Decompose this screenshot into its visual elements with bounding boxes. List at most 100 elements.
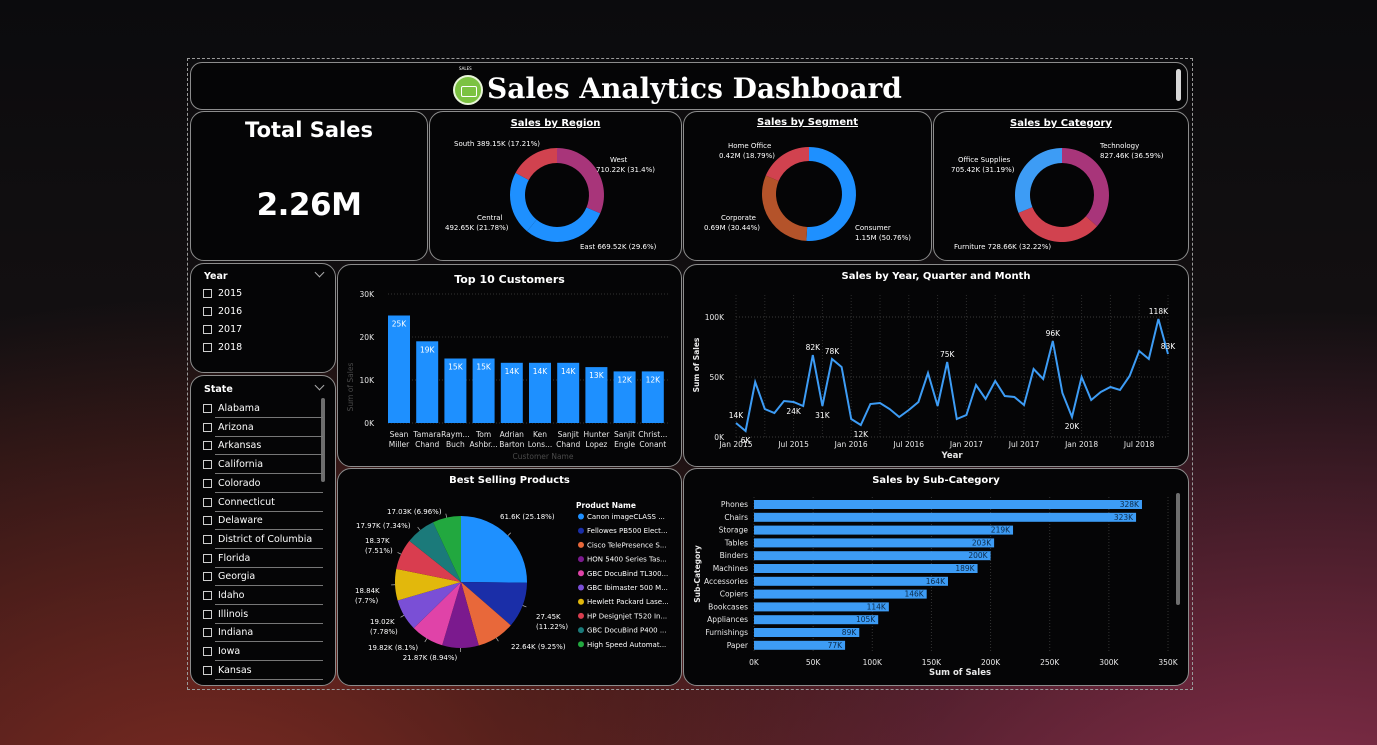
- state-item-georgia[interactable]: Georgia: [203, 568, 255, 585]
- hbar[interactable]: [754, 589, 927, 599]
- hbar[interactable]: [754, 576, 948, 586]
- bar-label: 19K: [420, 345, 436, 354]
- chevron-down-icon[interactable]: [314, 380, 325, 391]
- state-item-idaho[interactable]: Idaho: [203, 587, 245, 604]
- checkbox[interactable]: [203, 628, 212, 638]
- donut-slice-corporate[interactable]: [762, 175, 808, 241]
- checkbox[interactable]: [203, 572, 212, 582]
- leader-line: [424, 638, 428, 643]
- legend-item[interactable]: GBC Ibimaster 500 M...: [587, 584, 668, 592]
- scrollbar[interactable]: [1176, 69, 1181, 101]
- category-label-furniture: Furniture 728.66K (32.22%): [954, 243, 1051, 251]
- year-item-2016[interactable]: 2016: [203, 303, 242, 320]
- donut-slice-consumer[interactable]: [806, 147, 856, 241]
- bar-label: 14K: [533, 367, 549, 376]
- legend-item[interactable]: Canon imageCLASS ...: [587, 513, 665, 521]
- donut-slice-office-supplies[interactable]: [1015, 148, 1062, 213]
- segment-label-homeoffice: Home Office 0.42M (18.79%): [719, 142, 775, 160]
- checkbox[interactable]: [203, 307, 212, 316]
- checkbox[interactable]: [203, 534, 212, 544]
- legend-dot: [578, 513, 584, 520]
- legend-dot: [578, 584, 584, 591]
- region-card: Sales by Region West 710.22K (31.4%) East…: [429, 111, 682, 261]
- x-tick: Jul 2018: [1123, 440, 1155, 449]
- top-customers-chart[interactable]: Sum of Sales Customer Name 0K 10K 20K 30K 25…: [338, 265, 683, 468]
- hbar[interactable]: [754, 512, 1137, 522]
- slice-label: 17.03K (6.96%): [387, 508, 442, 516]
- bar-label: 323K: [1114, 513, 1134, 522]
- state-item-district-of-columbia[interactable]: District of Columbia: [203, 531, 312, 548]
- bar-label: 89K: [842, 628, 858, 637]
- state-item-connecticut[interactable]: Connecticut: [203, 494, 275, 511]
- state-item-indiana[interactable]: Indiana: [203, 624, 253, 641]
- x-tick: Jul 2015: [777, 440, 809, 449]
- segment-donut[interactable]: Consumer 1.15M (50.76%) Corporate 0.69M (3…: [684, 112, 933, 262]
- state-item-iowa[interactable]: Iowa: [203, 643, 240, 660]
- bar-label: 200K: [968, 551, 988, 560]
- hbar[interactable]: [754, 500, 1142, 509]
- year-item-2018[interactable]: 2018: [203, 339, 242, 356]
- checkbox[interactable]: [203, 497, 212, 507]
- legend-item[interactable]: Fellowes PB500 Elect...: [587, 527, 668, 535]
- checkbox[interactable]: [203, 325, 212, 334]
- year-item-2015[interactable]: 2015: [203, 285, 242, 302]
- state-item-california[interactable]: California: [203, 456, 263, 473]
- state-scrollbar[interactable]: [321, 398, 325, 482]
- legend-item[interactable]: High Speed Automat...: [587, 641, 666, 649]
- legend-item[interactable]: GBC DocuBind TL300...: [587, 570, 668, 578]
- year-item-2017[interactable]: 2017: [203, 321, 242, 338]
- timeline-xlabel: Year: [940, 451, 963, 461]
- subcat-xlabel: Sum of Sales: [929, 668, 991, 678]
- hbar[interactable]: [754, 564, 978, 573]
- x-tick: Jan 2016: [834, 440, 868, 449]
- checkbox[interactable]: [203, 516, 212, 526]
- donut-slice-east[interactable]: [527, 207, 601, 242]
- region-donut[interactable]: West 710.22K (31.4%) East 669.52K (29.6%)…: [430, 112, 683, 262]
- state-item-arkansas[interactable]: Arkansas: [203, 437, 261, 454]
- state-item-arizona[interactable]: Arizona: [203, 419, 254, 436]
- timeline-chart[interactable]: Sum of Sales Year 0K50K100KJan 2015 Jul 2…: [684, 265, 1190, 468]
- category-donut[interactable]: Technology 827.46K (36.59%) Furniture 728…: [934, 112, 1190, 262]
- donut-slice-central[interactable]: [510, 172, 537, 232]
- checkbox[interactable]: [203, 289, 212, 298]
- state-item-illinois[interactable]: Illinois: [203, 606, 248, 623]
- checkbox[interactable]: [203, 591, 212, 600]
- donut-slice-furniture[interactable]: [1018, 207, 1098, 242]
- state-item-alabama[interactable]: Alabama: [203, 400, 260, 417]
- y-tick: 50K: [710, 373, 726, 382]
- checkbox[interactable]: [203, 609, 212, 619]
- state-item-kansas[interactable]: Kansas: [203, 662, 252, 679]
- point-label: 12K: [854, 430, 870, 439]
- bar[interactable]: [388, 315, 410, 424]
- hbar[interactable]: [754, 538, 995, 548]
- legend-item[interactable]: HP Designjet T520 In...: [587, 612, 667, 620]
- legend-item[interactable]: GBC DocuBind P400 ...: [587, 627, 667, 635]
- legend-item[interactable]: HON 5400 Series Tas...: [587, 556, 667, 564]
- legend-item[interactable]: Hewlett Packard Lase...: [587, 598, 669, 606]
- checkbox[interactable]: [203, 422, 212, 432]
- legend-item[interactable]: Cisco TelePresence S...: [587, 541, 667, 549]
- pie-slice[interactable]: [461, 516, 527, 583]
- hbar[interactable]: [754, 551, 991, 561]
- y-tick: Bookcases: [708, 602, 748, 611]
- y-tick: 100K: [705, 313, 725, 322]
- point-label: 31K: [815, 411, 831, 420]
- hbar[interactable]: [754, 525, 1014, 535]
- checkbox[interactable]: [203, 478, 212, 488]
- checkbox[interactable]: [203, 343, 212, 352]
- subcat-chart[interactable]: Sub-Category Sum of Sales 0K 50K 100K 150K 2…: [684, 469, 1190, 687]
- checkbox[interactable]: [203, 647, 212, 657]
- checkbox[interactable]: [203, 404, 212, 413]
- checkbox[interactable]: [203, 460, 212, 470]
- state-item-florida[interactable]: Florida: [203, 550, 250, 567]
- region-label-west: West 710.22K (31.4%): [596, 156, 655, 174]
- donut-slice-west[interactable]: [557, 148, 604, 214]
- donut-slice-south[interactable]: [515, 148, 557, 180]
- state-item-colorado[interactable]: Colorado: [203, 475, 260, 492]
- state-item-delaware[interactable]: Delaware: [203, 512, 263, 529]
- chevron-down-icon[interactable]: [314, 267, 325, 278]
- checkbox[interactable]: [203, 441, 212, 451]
- checkbox[interactable]: [203, 665, 212, 675]
- checkbox[interactable]: [203, 553, 212, 563]
- products-pie[interactable]: 61.6K (25.18%) 27.45K (11.22%) 22.64K (9.25…: [338, 469, 683, 687]
